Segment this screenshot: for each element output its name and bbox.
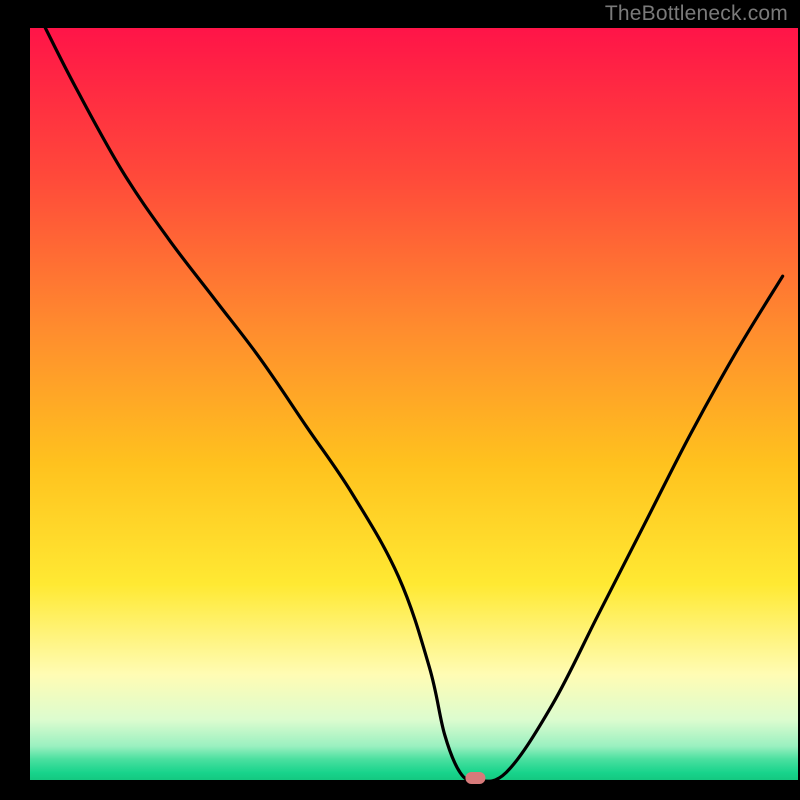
chart-svg [0,0,800,800]
plot-area [30,28,798,780]
watermark-text: TheBottleneck.com [605,2,788,26]
optimal-marker [465,772,485,784]
